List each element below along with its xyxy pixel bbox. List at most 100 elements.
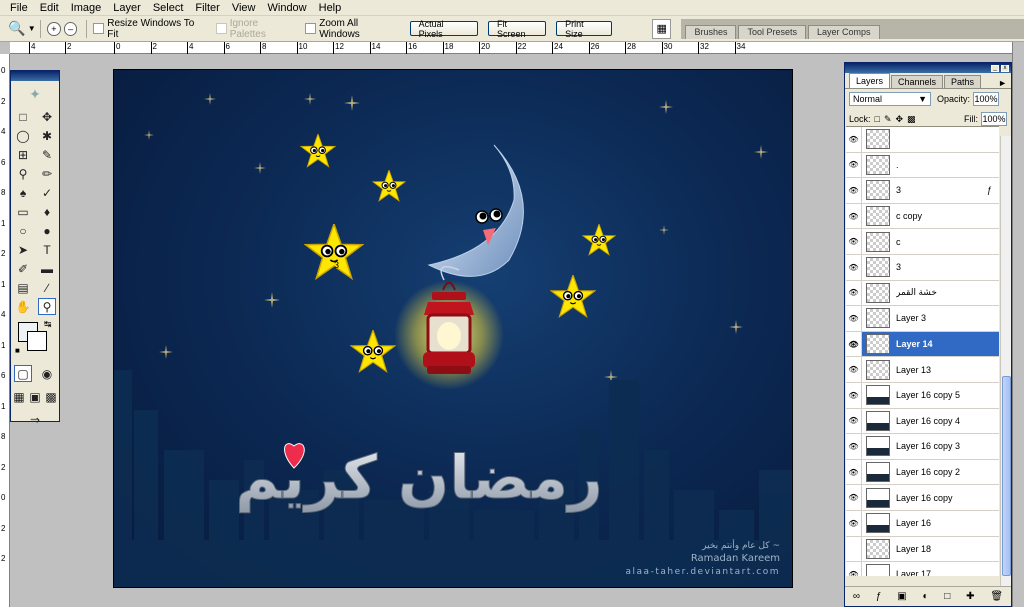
screen-mode-full-black-icon[interactable]: ▩ xyxy=(43,388,59,405)
zoom-in-icon[interactable]: + xyxy=(46,21,61,36)
layer-row[interactable]: 👁 Layer 3 xyxy=(846,306,999,332)
zoom-all-checkbox[interactable]: Zoom All Windows xyxy=(305,18,399,40)
blur-tool-icon[interactable]: ○ xyxy=(14,222,32,239)
menu-item-help[interactable]: Help xyxy=(313,2,348,14)
tab-layers[interactable]: Layers xyxy=(849,73,891,88)
layer-row[interactable]: 👁 Layer 16 copy 4 xyxy=(846,408,999,435)
link-layers-icon[interactable]: ∞ xyxy=(853,591,860,602)
new-group-icon[interactable]: □ xyxy=(944,591,950,602)
eye-icon[interactable]: 👁 xyxy=(846,306,862,331)
menu-item-edit[interactable]: Edit xyxy=(34,2,65,14)
pen-tool-icon[interactable]: ✐ xyxy=(14,260,32,277)
eye-icon[interactable]: 👁 xyxy=(846,229,862,254)
crop-tool-icon[interactable]: ⊞ xyxy=(14,146,32,163)
blend-mode-select[interactable]: Normal ▼ xyxy=(849,92,931,106)
menu-item-window[interactable]: Window xyxy=(262,2,313,14)
new-layer-icon[interactable]: ✚ xyxy=(966,591,974,602)
layer-style-icon[interactable]: ƒ xyxy=(876,591,882,602)
lock-all-icon[interactable]: ▩ xyxy=(907,114,916,125)
screen-mode-full-icon[interactable]: ▣ xyxy=(27,388,43,405)
eye-icon[interactable]: 👁 xyxy=(846,382,862,408)
eye-icon[interactable]: 👁 xyxy=(846,357,862,382)
checkbox-box[interactable] xyxy=(93,23,105,34)
eye-icon[interactable]: 👁 xyxy=(846,178,862,203)
chevron-down-icon[interactable]: ▼ xyxy=(28,24,36,33)
fill-input[interactable]: 100% xyxy=(981,112,1007,126)
eye-icon[interactable]: 👁 xyxy=(846,510,862,536)
feather-icon[interactable]: ✦ xyxy=(11,81,59,107)
move-tool-icon[interactable]: ✥ xyxy=(38,108,56,125)
document-canvas[interactable]: 3 رمضان كريم كل عام وأنتم بخير ~ Ramadan… xyxy=(113,69,793,588)
eye-icon[interactable]: 👁 xyxy=(846,459,862,485)
layer-row[interactable]: 👁 Layer 14 xyxy=(846,331,999,358)
menu-item-layer[interactable]: Layer xyxy=(107,2,147,14)
minimize-icon[interactable]: _ xyxy=(991,64,999,72)
layers-panel-titlebar[interactable]: _ x xyxy=(845,63,1011,73)
layer-row[interactable]: 👁 c xyxy=(846,229,999,255)
menu-item-view[interactable]: View xyxy=(226,2,262,14)
fit-screen-button[interactable]: Fit Screen xyxy=(488,19,547,39)
shape-tool-icon[interactable]: ▬ xyxy=(38,260,56,277)
actual-pixels-button[interactable]: Actual Pixels xyxy=(409,19,479,39)
eye-icon[interactable]: 👁 xyxy=(846,254,862,280)
lock-position-icon[interactable]: ✥ xyxy=(896,114,904,125)
eye-icon[interactable]: 👁 xyxy=(846,562,862,576)
layer-list-scrollbar[interactable] xyxy=(1000,136,1011,586)
tab-brushes[interactable]: Brushes xyxy=(685,24,737,39)
menu-item-select[interactable]: Select xyxy=(147,2,190,14)
eye-icon[interactable]: 👁 xyxy=(846,331,862,357)
file-browser-icon[interactable]: ▦ xyxy=(651,18,672,39)
type-tool-icon[interactable]: T xyxy=(38,241,56,258)
standard-mode-icon[interactable]: ▢ xyxy=(14,365,32,382)
checkbox-box[interactable] xyxy=(305,23,317,34)
magic-wand-icon[interactable]: ✱ xyxy=(38,127,56,144)
path-select-icon[interactable]: ➤ xyxy=(14,241,32,258)
lock-image-icon[interactable]: ✎ xyxy=(884,114,892,125)
adjustment-layer-icon[interactable]: ◐ xyxy=(922,591,928,602)
default-colors-icon[interactable]: ■ xyxy=(15,346,20,355)
print-size-button[interactable]: Print Size xyxy=(556,19,612,39)
layer-row[interactable]: 👁 Layer 16 copy xyxy=(846,485,999,511)
menu-item-file[interactable]: File xyxy=(4,2,34,14)
dodge-tool-icon[interactable]: ● xyxy=(38,222,56,239)
delete-layer-icon[interactable]: 🗑 xyxy=(990,591,1003,602)
stamp-tool-icon[interactable]: ♠ xyxy=(14,184,32,201)
panel-menu-icon[interactable]: ► xyxy=(998,78,1007,88)
layer-mask-icon[interactable]: ▣ xyxy=(897,591,906,602)
eye-icon[interactable]: 👁 xyxy=(846,203,862,229)
eraser-tool-icon[interactable]: ▭ xyxy=(14,203,32,220)
eye-icon[interactable] xyxy=(846,536,862,562)
brush-tool-icon[interactable]: ✏ xyxy=(38,165,56,182)
slice-tool-icon[interactable]: ✎ xyxy=(38,146,56,163)
eye-icon[interactable]: 👁 xyxy=(846,434,862,459)
tab-layer-comps[interactable]: Layer Comps xyxy=(808,24,880,39)
layer-row[interactable]: 👁. xyxy=(846,152,999,179)
jump-to-imageready-icon[interactable]: ⇒ xyxy=(26,411,44,428)
layer-row[interactable]: 👁 Layer 16 copy 2 xyxy=(846,459,999,486)
close-icon[interactable]: x xyxy=(1001,64,1009,72)
eye-icon[interactable]: 👁 xyxy=(846,408,862,434)
menu-item-image[interactable]: Image xyxy=(65,2,108,14)
layer-row[interactable]: 👁 Layer 16 copy 3 xyxy=(846,434,999,460)
layer-row[interactable]: 👁 xyxy=(846,127,999,153)
tab-channels[interactable]: Channels xyxy=(891,75,944,88)
vertical-ruler[interactable]: 0 2 4 6 8 1 2 1 4 1 6 1 8 2 0 2 2 xyxy=(0,54,10,607)
zoom-tool-icon[interactable]: ⚲ xyxy=(38,298,56,315)
swap-colors-icon[interactable]: ↹ xyxy=(44,319,52,330)
eye-icon[interactable]: 👁 xyxy=(846,485,862,510)
layer-row[interactable]: 👁 c copy xyxy=(846,203,999,230)
eye-icon[interactable]: 👁 xyxy=(846,127,862,152)
eyedropper-icon[interactable]: ∕ xyxy=(38,279,56,296)
quick-mask-icon[interactable]: ◉ xyxy=(38,365,56,382)
hand-tool-icon[interactable]: ✋ xyxy=(14,298,32,315)
layer-effects-icon[interactable]: ƒ xyxy=(987,185,999,195)
toolbox-titlebar[interactable] xyxy=(11,71,59,81)
notes-tool-icon[interactable]: ▤ xyxy=(14,279,32,296)
screen-mode-standard-icon[interactable]: ▦ xyxy=(11,388,27,405)
layer-row[interactable]: 👁 Layer 17 xyxy=(846,562,999,576)
layer-row[interactable]: 👁 Layer 16 xyxy=(846,510,999,537)
opacity-input[interactable]: 100% xyxy=(973,92,1000,106)
tab-paths[interactable]: Paths xyxy=(944,75,982,88)
tab-tool-presets[interactable]: Tool Presets xyxy=(738,24,807,39)
resize-windows-checkbox[interactable]: Resize Windows To Fit xyxy=(93,18,205,40)
